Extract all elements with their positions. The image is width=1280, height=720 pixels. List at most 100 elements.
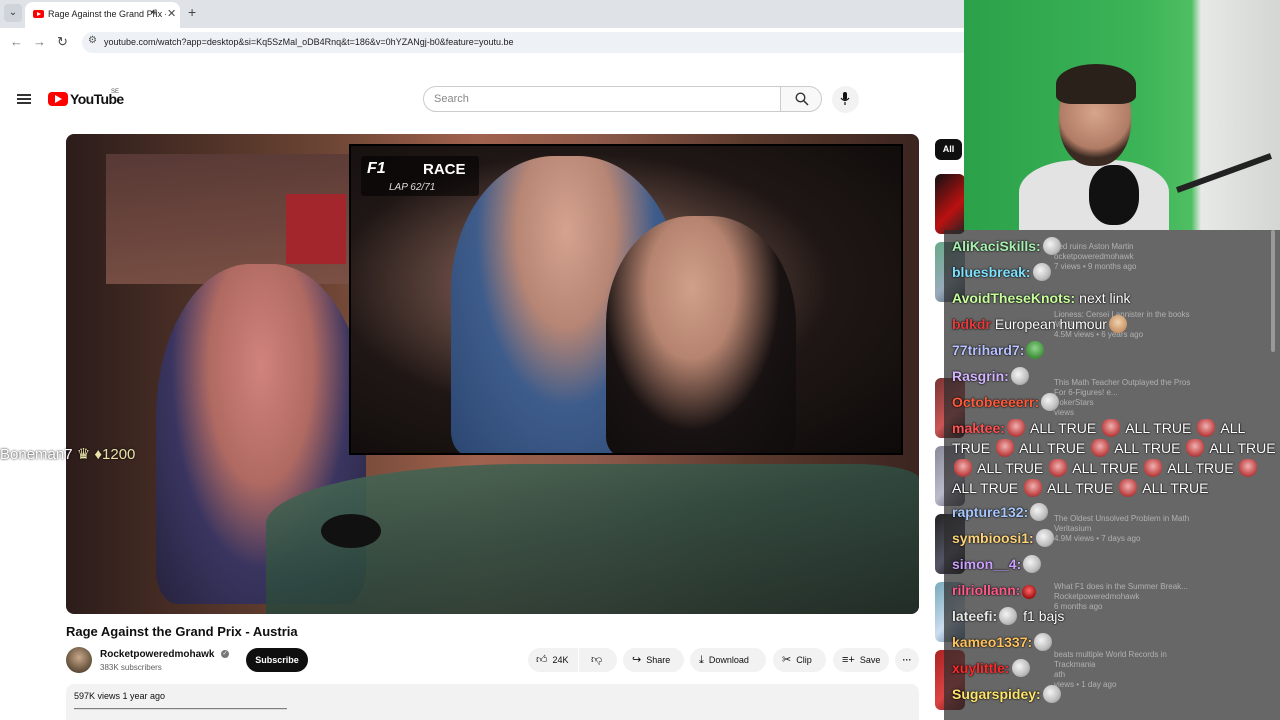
tab-close-icon[interactable]: ✕ [167, 7, 176, 20]
reload-icon[interactable]: ↻ [57, 34, 68, 50]
tab-search-chevron-icon[interactable]: ⌄ [4, 4, 22, 22]
subscribe-button[interactable]: Subscribe [246, 648, 308, 672]
mask-emote-icon [1197, 419, 1216, 437]
overlay-points: ♦1200 [94, 446, 136, 463]
chat-message: bluesbreak: [952, 262, 1278, 282]
mask-emote-icon [1186, 439, 1205, 457]
save-label: Save [859, 655, 881, 665]
channel-avatar[interactable] [66, 647, 92, 673]
download-icon: ⤓ [699, 654, 704, 666]
chat-username: symbioosi1: [952, 530, 1034, 546]
filter-chip-all[interactable]: All [935, 139, 962, 160]
mask-emote-icon [1006, 419, 1025, 437]
address-bar[interactable]: ⚙ youtube.com/watch?app=desktop&si=Kq5Sz… [82, 32, 964, 53]
youtube-favicon-icon [33, 10, 44, 18]
stream-points-overlay: Boneman7 ♛ ♦1200 [0, 445, 135, 463]
chat-message: symbioosi1: [952, 528, 1278, 548]
search-placeholder: Search [434, 93, 469, 105]
mask-emote-icon [1144, 459, 1163, 477]
video-inset-image: F1 RACE LAP 62/71 [349, 144, 903, 455]
chat-message-text: next link [1079, 290, 1131, 306]
f1-lap-counter: LAP 62/71 [389, 182, 436, 193]
add-to-playlist-icon: ≡+ [842, 654, 855, 666]
chat-message: xuylittle: [952, 658, 1278, 678]
forward-arrow-icon[interactable]: → [33, 34, 46, 49]
speaker-icon[interactable]: 🔊︎ [151, 7, 157, 18]
share-button[interactable]: ↪ Share [623, 648, 684, 672]
mask-emote-icon [954, 459, 972, 477]
subscriber-count: 383K subscribers [100, 663, 162, 672]
chat-scrollbar[interactable] [1271, 230, 1275, 352]
webcam-person-hair [1056, 64, 1136, 104]
search-button[interactable] [780, 86, 822, 112]
download-label: Download [708, 655, 749, 665]
chat-username: xuylittle: [952, 660, 1010, 676]
dislike-button[interactable]: 👎︎ [579, 648, 617, 672]
new-tab-icon[interactable]: + [188, 4, 196, 20]
youtube-logo-icon[interactable] [48, 92, 68, 106]
ghost-emote-icon [1023, 555, 1042, 573]
download-button[interactable]: ⤓ Download [690, 648, 766, 672]
chat-message: AliKaciSkills: [952, 236, 1278, 256]
video-title: Rage Against the Grand Prix - Austria [66, 624, 298, 639]
microphone-icon [840, 92, 850, 105]
mask-emote-icon [1102, 419, 1121, 437]
f1-logo: F1 [367, 160, 386, 177]
chat-username: AvoidTheseKnots: [952, 290, 1076, 306]
webcam-mic-arm [1175, 153, 1273, 193]
chat-message: 77trihard7: [952, 340, 1278, 360]
chat-message: Sugarspidey: [952, 684, 1278, 704]
browser-tab[interactable]: Rage Against the Grand Prix - Austria 🔊︎… [25, 2, 180, 28]
like-button[interactable]: 👍︎ 24K [528, 648, 578, 672]
chat-message: lateefi: f1 bajs [952, 606, 1278, 626]
f1-race-label: RACE [423, 161, 466, 178]
chat-username: AliKaciSkills: [952, 238, 1041, 254]
chat-overlay: ired ruins Aston Martin ocketpoweredmoha… [944, 230, 1280, 720]
views-and-date: 597K views 1 year ago [74, 691, 166, 701]
share-arrow-icon: ↪ [632, 654, 642, 666]
chat-message: simon__4: [952, 554, 1278, 574]
overlay-username: Boneman7 [0, 446, 73, 463]
address-bar-url: youtube.com/watch?app=desktop&si=Kq5SzMa… [104, 37, 514, 47]
mask-emote-icon [1239, 459, 1258, 477]
thumbs-up-icon: 👍︎ [536, 654, 548, 666]
save-button[interactable]: ≡+ Save [833, 648, 889, 672]
description-dashes: ————————————————————————— [74, 703, 287, 713]
webcam-microphone [1089, 165, 1139, 225]
verified-check-icon: ✓ [221, 650, 229, 658]
f1-lap-overlay: F1 RACE LAP 62/71 [361, 156, 479, 196]
search-input[interactable]: Search [423, 86, 781, 112]
chat-message: Octobeeeerr: [952, 392, 1278, 412]
youtube-header: YouTube SE Search [0, 80, 964, 118]
thumbs-down-icon: 👎︎ [591, 654, 603, 666]
country-code: SE [111, 89, 120, 95]
more-actions-button[interactable]: ··· [895, 648, 919, 672]
chat-username: rapture132: [952, 504, 1029, 520]
description-box[interactable]: 597K views 1 year ago ——————————————————… [66, 684, 919, 720]
rec-thumbnail[interactable] [935, 174, 965, 234]
face-emote-icon [1010, 367, 1029, 385]
car-mirror [321, 514, 381, 548]
face-emote-icon [1042, 685, 1061, 703]
channel-name[interactable]: Rocketpoweredmohawk [100, 649, 214, 660]
chat-message: Rasgrin: [952, 366, 1278, 386]
menu-hamburger-icon[interactable] [17, 94, 31, 104]
face-emote-icon [1035, 529, 1054, 547]
background-red-crate [286, 194, 346, 264]
chat-message: rilriollann: [952, 580, 1278, 600]
face-emote-icon [1034, 633, 1053, 651]
chat-username: Octobeeeerr: [952, 394, 1040, 410]
clip-label: Clip [796, 655, 812, 665]
chat-message: maktee: ALL TRUE ALL TRUE ALL TRUE ALL TR… [952, 419, 1276, 497]
chat-username: Sugarspidey: [952, 686, 1041, 702]
chat-username: simon__4: [952, 556, 1022, 572]
ghost-emote-icon [1032, 263, 1051, 281]
mask-emote-icon [1091, 439, 1110, 457]
face-emote-icon [999, 607, 1018, 625]
voice-search-button[interactable] [832, 86, 859, 113]
site-info-icon[interactable]: ⚙ [88, 35, 97, 46]
webcam-overlay [964, 0, 1280, 230]
back-arrow-icon[interactable]: ← [10, 34, 23, 49]
clip-button[interactable]: ✂ Clip [773, 648, 826, 672]
search-icon [795, 92, 809, 106]
